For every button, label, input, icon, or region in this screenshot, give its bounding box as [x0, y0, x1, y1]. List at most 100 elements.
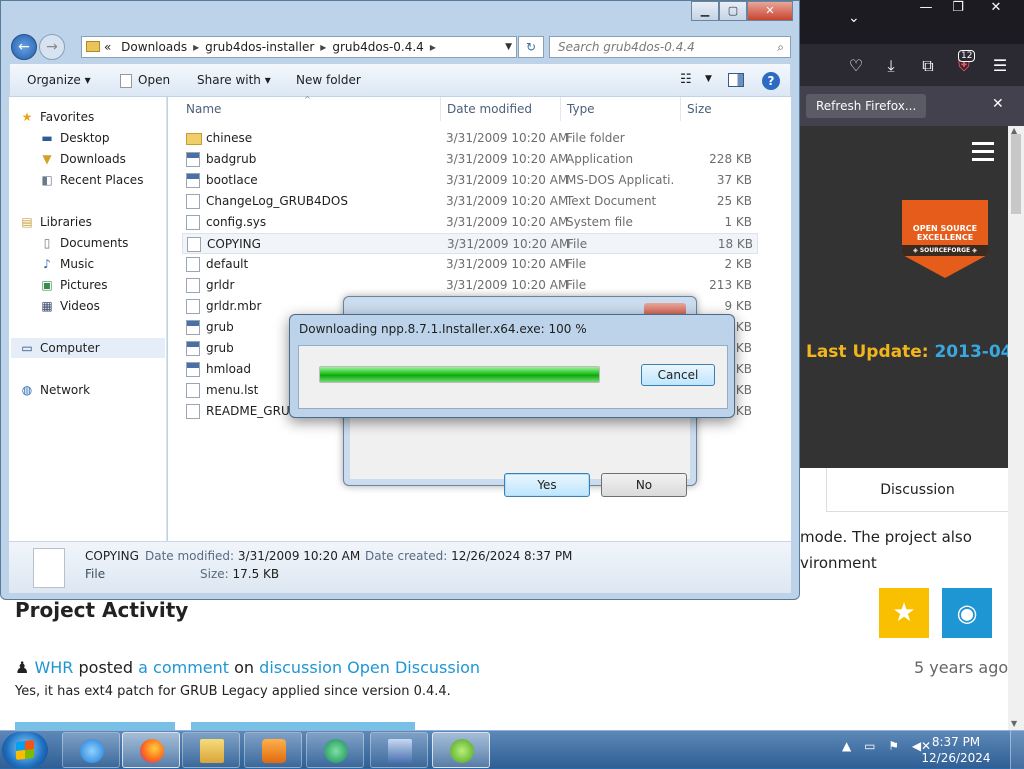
nav-label: Favorites — [40, 110, 95, 124]
detail-date-modified: Date modified: 3/31/2009 10:20 AM — [145, 549, 360, 563]
clock-date: 12/26/2024 — [921, 751, 991, 765]
share-with-button[interactable]: Share with ▾ — [197, 73, 271, 87]
explorer-titlebar[interactable]: ▁ ▢ ✕ — [1, 1, 799, 29]
column-name[interactable]: Name — [186, 102, 221, 116]
nav-recent-places[interactable]: ◧ Recent Places — [39, 170, 143, 190]
taskbar-explorer[interactable] — [182, 732, 240, 768]
nav-libraries[interactable]: ▤ Libraries — [19, 212, 92, 232]
breadcrumb-overflow[interactable]: « — [104, 40, 111, 54]
taskbar-internet-explorer[interactable] — [62, 732, 120, 768]
badge-sub: ◈ SOURCEFORGE ◈ — [902, 245, 988, 256]
preview-pane-icon[interactable] — [728, 73, 744, 87]
column-size[interactable]: Size — [687, 102, 712, 116]
list-all-tabs-icon[interactable]: ⌄ — [848, 10, 860, 26]
show-hidden-icons-icon[interactable]: ▲ — [842, 739, 851, 753]
rss-button[interactable]: ◉ — [942, 588, 992, 638]
nav-label: Libraries — [40, 215, 92, 229]
section-title: Project Activity — [15, 598, 189, 622]
new-folder-button[interactable]: New folder — [296, 73, 361, 87]
nav-videos[interactable]: ▦ Videos — [39, 296, 100, 316]
minimize-button[interactable]: — — [910, 0, 942, 20]
change-view-icon[interactable]: ☷ — [680, 72, 692, 87]
taskbar-media-center[interactable] — [306, 732, 364, 768]
clock[interactable]: 8:37 PM 12/26/2024 — [920, 734, 992, 766]
nav-music[interactable]: ♪ Music — [39, 254, 94, 274]
tab-discussion[interactable]: Discussion — [826, 468, 1008, 512]
table-row[interactable]: config.sys 3/31/2009 10:20 AM System file 1… — [182, 212, 758, 233]
user-link[interactable]: WHR — [34, 658, 73, 677]
back-button[interactable]: ← — [11, 34, 37, 60]
cancel-button[interactable]: Cancel — [641, 364, 715, 386]
activity-text: Yes, it has ext4 patch for GRUB Legacy a… — [15, 684, 451, 699]
application-icon — [186, 173, 200, 188]
table-row[interactable]: bootlace 3/31/2009 10:20 AM MS-DOS Applica… — [182, 170, 758, 191]
column-type[interactable]: Type — [567, 102, 595, 116]
no-button[interactable]: No — [601, 473, 687, 497]
folder-icon — [200, 739, 224, 763]
breadcrumb-downloads[interactable]: Downloads — [121, 40, 187, 54]
table-row[interactable]: default 3/31/2009 10:20 AM File 2 KB — [182, 254, 758, 275]
star-button[interactable]: ★ — [879, 588, 929, 638]
table-row[interactable]: badgrub 3/31/2009 10:20 AM Application 228 … — [182, 149, 758, 170]
table-row[interactable]: chinese 3/31/2009 10:20 AM File folder — [182, 128, 758, 149]
minimize-button[interactable]: ▁ — [691, 1, 719, 21]
yes-button[interactable]: Yes — [504, 473, 590, 497]
nav-documents[interactable]: ▯ Documents — [39, 233, 129, 253]
application-icon — [186, 152, 200, 167]
nav-pictures[interactable]: ▣ Pictures — [39, 275, 108, 295]
nav-favorites[interactable]: ★ Favorites — [19, 107, 95, 127]
comment-link[interactable]: a comment — [138, 658, 229, 677]
nav-desktop[interactable]: ▬ Desktop — [39, 128, 109, 148]
refresh-firefox-button[interactable]: Refresh Firefox... — [806, 94, 927, 118]
taskbar-firefox[interactable] — [122, 732, 180, 768]
search-icon[interactable]: ⌕ — [777, 37, 784, 57]
network-icon[interactable]: ▭ — [864, 739, 875, 753]
taskbar-media-player[interactable] — [244, 732, 302, 768]
close-button[interactable]: ✕ — [747, 1, 793, 21]
taskbar-installer[interactable] — [370, 732, 428, 768]
downloads-icon[interactable]: ⤓ — [881, 56, 901, 76]
table-row[interactable]: COPYING 3/31/2009 10:20 AM File 18 KB — [182, 233, 758, 254]
table-row[interactable]: grldr 3/31/2009 10:20 AM File 213 KB — [182, 275, 758, 296]
table-row[interactable]: ChangeLog_GRUB4DOS 3/31/2009 10:20 AM Text… — [182, 191, 758, 212]
maximize-button[interactable]: ▢ — [719, 1, 747, 21]
column-date-modified[interactable]: Date modified — [447, 102, 532, 116]
file-name: grldr — [206, 278, 235, 292]
action-center-flag-icon[interactable]: ⚑ — [888, 739, 899, 753]
open-button[interactable]: Open — [120, 73, 170, 88]
menu-icon[interactable]: ☰ — [990, 56, 1010, 75]
discussion-link[interactable]: discussion Open Discussion — [259, 658, 480, 677]
close-icon[interactable]: ✕ — [992, 96, 1004, 112]
pocket-icon[interactable]: ♡ — [846, 56, 866, 75]
file-icon — [186, 299, 200, 314]
scroll-down-icon[interactable]: ▼ — [1011, 719, 1017, 728]
taskbar: ▲ ▭ ⚑ ◀✕ 8:37 PM 12/26/2024 — [0, 730, 1024, 769]
chevron-down-icon[interactable]: ▼ — [705, 74, 712, 84]
search-input[interactable]: Search grub4dos-0.4.4 ⌕ — [549, 36, 791, 58]
nav-computer[interactable]: ▭ Computer — [11, 338, 165, 358]
nav-label: Pictures — [60, 278, 108, 292]
hamburger-menu-icon[interactable] — [972, 142, 994, 166]
chevron-down-icon[interactable]: ▼ — [505, 37, 512, 57]
breadcrumb-grub4dos-installer[interactable]: grub4dos-installer — [205, 40, 314, 54]
organize-button[interactable]: Organize ▾ — [27, 73, 91, 87]
nav-network[interactable]: ◍ Network — [19, 380, 90, 400]
refresh-icon[interactable]: ↻ — [518, 36, 544, 58]
address-bar[interactable]: « Downloads ▸ grub4dos-installer ▸ grub4dos-… — [81, 36, 517, 58]
taskbar-notepad-plus-plus[interactable] — [432, 732, 490, 768]
file-name: badgrub — [206, 152, 257, 166]
start-button[interactable] — [2, 732, 48, 768]
extensions-icon[interactable]: ⧉ — [918, 56, 938, 76]
breadcrumb-grub4dos-0-4-4[interactable]: grub4dos-0.4.4 — [332, 40, 423, 54]
star-icon: ★ — [21, 110, 33, 124]
restore-button[interactable]: ❐ — [942, 0, 974, 20]
nav-downloads[interactable]: ▼ Downloads — [39, 149, 126, 169]
scrollbar-thumb[interactable] — [1011, 134, 1021, 214]
forward-button[interactable]: → — [39, 34, 65, 60]
file-type: File folder — [566, 131, 625, 145]
help-icon[interactable]: ? — [762, 72, 780, 90]
show-desktop-button[interactable] — [1010, 731, 1024, 769]
page-scrollbar[interactable]: ▲ ▼ — [1008, 126, 1024, 730]
close-button[interactable]: ✕ — [980, 0, 1012, 20]
file-date: 3/31/2009 10:20 AM — [446, 131, 569, 145]
